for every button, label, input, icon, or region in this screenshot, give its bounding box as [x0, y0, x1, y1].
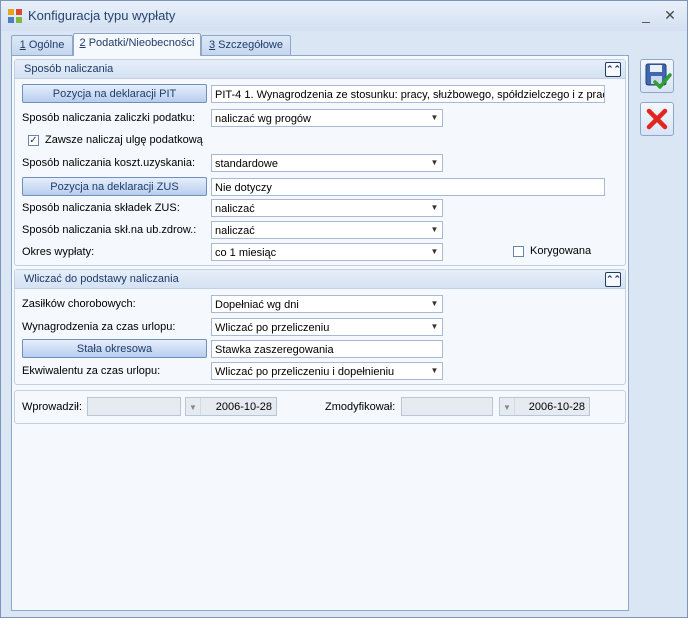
audit-group: Wprowadził: ▼ 2006-10-28 Zmodyfikował: ▼…	[14, 390, 626, 424]
period-label: Okres wypłaty:	[22, 246, 95, 258]
period-value: co 1 miesiąc	[215, 247, 277, 259]
costs-label: Sposób naliczania koszt.uzyskania:	[22, 157, 196, 169]
chevron-down-icon[interactable]: ▼	[427, 319, 442, 335]
zus-position-field[interactable]: Nie dotyczy	[211, 178, 605, 196]
chevron-down-icon: ▼	[186, 398, 201, 415]
chevron-down-icon[interactable]: ▼	[427, 296, 442, 312]
vacation-value: Wliczać po przeliczeniu	[215, 322, 330, 334]
equivalent-label: Ekwiwalentu za czas urlopu:	[22, 365, 161, 377]
chevron-down-icon[interactable]: ▼	[427, 200, 442, 216]
minimize-button[interactable]: _	[638, 7, 654, 23]
tax-advance-select[interactable]: naliczać wg progów ▼	[211, 109, 443, 127]
tab-taxes-label: Podatki/Nieobecności	[85, 37, 195, 49]
vacation-label: Wynagrodzenia za czas urlopu:	[22, 321, 176, 333]
sick-label: Zasiłków chorobowych:	[22, 298, 136, 310]
save-icon	[645, 63, 672, 89]
tab-details[interactable]: 3 Szczegółowe	[201, 35, 291, 55]
period-select[interactable]: co 1 miesiąc ▼	[211, 243, 443, 261]
modified-label: Zmodyfikował:	[325, 401, 396, 413]
calculation-method-group: Sposób naliczania ⌃⌃ Pozycja na deklarac…	[14, 59, 626, 266]
close-button[interactable]: ✕	[662, 7, 678, 23]
costs-value: standardowe	[215, 158, 278, 170]
tab-general[interactable]: 1 Ogólne	[11, 35, 73, 55]
zus-contrib-select[interactable]: naliczać ▼	[211, 199, 443, 217]
tab-details-label: Szczegółowe	[215, 39, 283, 51]
cancel-button[interactable]	[640, 102, 674, 136]
tab-taxes[interactable]: 2 Podatki/Nieobecności	[73, 33, 201, 56]
always-relief-label: Zawsze naliczaj ulgę podatkową	[45, 134, 203, 146]
entered-date-field: ▼ 2006-10-28	[185, 397, 277, 416]
tab-content: Sposób naliczania ⌃⌃ Pozycja na deklarac…	[11, 55, 629, 611]
modified-date-field: ▼ 2006-10-28	[499, 397, 590, 416]
tab-general-label: Ogólne	[25, 39, 65, 51]
always-relief-checkbox[interactable]: ✓	[28, 135, 39, 146]
equivalent-select[interactable]: Wliczać po przeliczeniu i dopełnieniu ▼	[211, 362, 443, 380]
collapse-icon[interactable]: ⌃⌃	[605, 62, 621, 77]
health-select[interactable]: naliczać ▼	[211, 221, 443, 239]
chevron-down-icon[interactable]: ▼	[427, 222, 442, 238]
chevron-down-icon[interactable]: ▼	[427, 155, 442, 171]
pit-position-field[interactable]: PIT-4 1. Wynagrodzenia ze stosunku: prac…	[211, 85, 605, 103]
group-header: Wliczać do podstawy naliczania ⌃⌃	[15, 270, 625, 289]
fixed-periodic-field[interactable]: Stawka zaszeregowania	[211, 340, 443, 358]
modified-user-field	[401, 397, 493, 416]
config-window: Konfiguracja typu wypłaty _ ✕ 1 Ogólne 2…	[0, 0, 688, 618]
sick-value: Dopełniać wg dni	[215, 299, 299, 311]
close-icon	[646, 108, 668, 130]
zus-contrib-label: Sposób naliczania składek ZUS:	[22, 202, 180, 214]
chevron-down-icon[interactable]: ▼	[427, 363, 442, 379]
corrected-checkbox[interactable]	[513, 246, 524, 257]
entered-user-field	[87, 397, 181, 416]
costs-select[interactable]: standardowe ▼	[211, 154, 443, 172]
tax-advance-label: Sposób naliczania zaliczki podatku:	[22, 112, 196, 124]
chevron-down-icon[interactable]: ▼	[427, 110, 442, 126]
save-button[interactable]	[640, 59, 674, 93]
calculation-base-group: Wliczać do podstawy naliczania ⌃⌃ Zasiłk…	[14, 269, 626, 385]
window-title: Konfiguracja typu wypłaty	[28, 8, 176, 23]
chevron-down-icon[interactable]: ▼	[427, 244, 442, 260]
fixed-periodic-button[interactable]: Stała okresowa	[22, 339, 207, 358]
collapse-icon[interactable]: ⌃⌃	[605, 272, 621, 287]
title-bar[interactable]: Konfiguracja typu wypłaty _ ✕	[1, 1, 687, 31]
app-icon	[8, 9, 22, 23]
health-label: Sposób naliczania skł.na ub.zdrow.:	[22, 224, 197, 236]
zus-position-button[interactable]: Pozycja na deklaracji ZUS	[22, 177, 207, 196]
equivalent-value: Wliczać po przeliczeniu i dopełnieniu	[215, 366, 395, 378]
entered-label: Wprowadził:	[22, 401, 82, 413]
health-value: naliczać	[215, 225, 255, 237]
modified-date-value: 2006-10-28	[528, 401, 585, 413]
vacation-select[interactable]: Wliczać po przeliczeniu ▼	[211, 318, 443, 336]
zus-contrib-value: naliczać	[215, 203, 255, 215]
group-title: Wliczać do podstawy naliczania	[24, 273, 179, 285]
group-header: Sposób naliczania ⌃⌃	[15, 60, 625, 79]
sick-select[interactable]: Dopełniać wg dni ▼	[211, 295, 443, 313]
tax-advance-value: naliczać wg progów	[215, 113, 311, 125]
group-title: Sposób naliczania	[24, 63, 114, 75]
chevron-down-icon: ▼	[500, 398, 515, 415]
pit-position-button[interactable]: Pozycja na deklaracji PIT	[22, 84, 207, 103]
corrected-label: Korygowana	[530, 245, 592, 257]
entered-date-value: 2006-10-28	[215, 401, 272, 413]
